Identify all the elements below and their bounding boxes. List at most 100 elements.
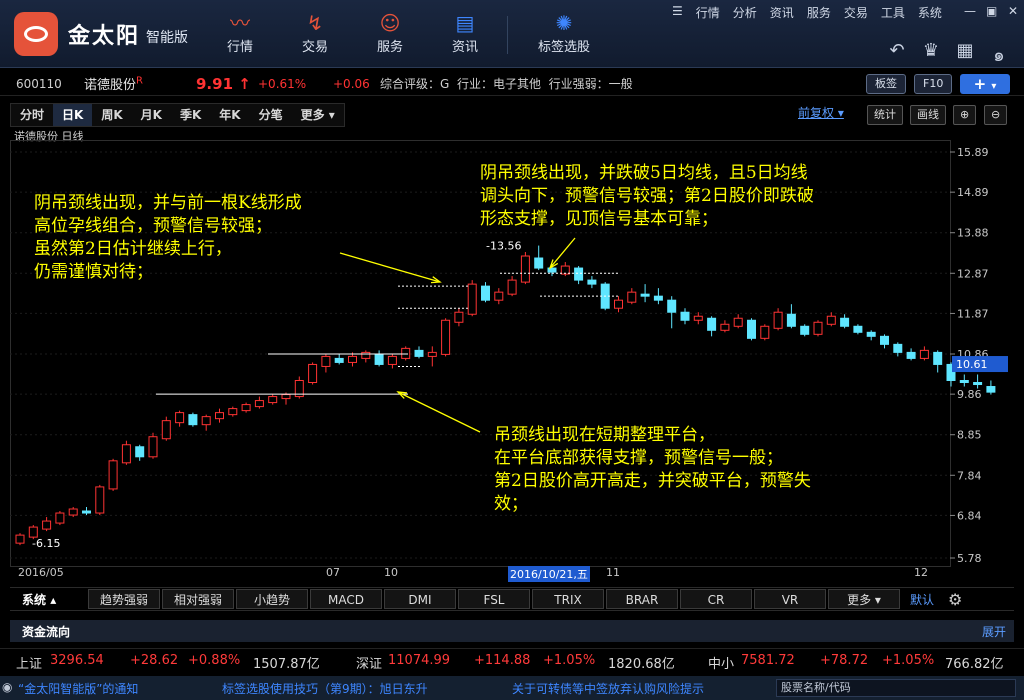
- candle-body: [108, 460, 118, 490]
- logo-text: 金太阳: [68, 24, 141, 49]
- tab-yearly[interactable]: 年K: [210, 104, 249, 126]
- spiral-icon[interactable]: ๑: [982, 40, 1016, 69]
- indicator-tab[interactable]: TRIX: [532, 589, 604, 609]
- y-tick-label: 9.86: [957, 388, 982, 401]
- menu-tools[interactable]: 工具: [881, 4, 905, 21]
- grid-icon[interactable]: ▦: [948, 40, 982, 69]
- back-icon[interactable]: ↶: [880, 40, 914, 69]
- high-label: -13.56: [486, 240, 521, 253]
- candle-body: [720, 323, 730, 331]
- tab-tick[interactable]: 分笔: [250, 104, 292, 126]
- nav-service[interactable]: ☺ 服务: [355, 10, 425, 62]
- system-dropdown[interactable]: 系统 ▴: [10, 591, 88, 608]
- default-button[interactable]: 默认: [910, 591, 934, 608]
- y-tick-label: 12.87: [957, 267, 989, 280]
- nav-tag-stock[interactable]: ✺ 标签选股: [527, 10, 601, 62]
- candle-body: [427, 351, 437, 357]
- notice-link[interactable]: “金太阳智能版”的通知: [18, 680, 138, 697]
- indicator-tab[interactable]: CR: [680, 589, 752, 609]
- stock-pct: +0.61%: [258, 76, 307, 91]
- risk-link[interactable]: 关于可转债等中签放弃认购风险提示: [512, 680, 704, 697]
- f10-button[interactable]: F10: [914, 74, 953, 94]
- index-name: 深证: [356, 657, 383, 672]
- menu-news[interactable]: 资讯: [770, 4, 794, 21]
- candle-body: [348, 355, 357, 363]
- x-tick: 07: [326, 566, 340, 579]
- candle-body: [254, 400, 264, 408]
- stock-search-input[interactable]: 股票名称/代码: [776, 679, 1016, 697]
- candle-body: [374, 353, 384, 365]
- expand-link[interactable]: 展开: [982, 623, 1006, 640]
- candle-body: [15, 534, 25, 544]
- indicator-tab[interactable]: VR: [754, 589, 826, 609]
- candle-body: [693, 315, 703, 321]
- nav-quotes[interactable]: 〰 行情: [205, 10, 275, 62]
- adjust-dropdown[interactable]: 前复权 ▾: [798, 104, 844, 121]
- top-bar: 金太阳 智能版 〰 行情 ↯ 交易 ☺ 服务 ▤ 资讯 ✺ 标签选股 ☰ 行情 …: [0, 0, 1024, 68]
- menu-trade[interactable]: 交易: [844, 4, 868, 21]
- candle-body: [667, 299, 677, 313]
- app-mini-icon: ◉: [2, 680, 13, 694]
- nav-tag-stock-label: 标签选股: [537, 40, 590, 55]
- zoom-out-icon[interactable]: ⊖: [984, 105, 1008, 125]
- indicator-tab[interactable]: DMI: [384, 589, 456, 609]
- candle-body: [893, 343, 903, 353]
- stats-button[interactable]: 统计: [867, 105, 903, 125]
- candle-body: [161, 420, 171, 440]
- plus-icon: +: [973, 75, 987, 93]
- annotation-arrow: [397, 391, 481, 433]
- candle-body: [973, 382, 983, 386]
- candle-body: [228, 408, 238, 416]
- menu-analysis[interactable]: 分析: [733, 4, 757, 21]
- candle-body: [786, 313, 796, 327]
- indicator-tab[interactable]: FSL: [458, 589, 530, 609]
- minimize-icon[interactable]: —: [964, 4, 976, 18]
- industry-text: 行业：电子其他: [456, 77, 541, 91]
- indicator-tab[interactable]: 小趋势: [236, 589, 308, 609]
- menu-quotes[interactable]: 行情: [696, 4, 720, 21]
- stock-name-text: 诺德股份: [84, 78, 137, 93]
- stock-badge: R: [136, 75, 143, 87]
- bulb-icon: ✺: [555, 11, 573, 35]
- maximize-icon[interactable]: ▣: [986, 4, 997, 18]
- tab-weekly[interactable]: 周K: [92, 104, 131, 126]
- candle-body: [680, 311, 690, 321]
- candle-body: [308, 363, 318, 384]
- indicator-more[interactable]: 更多 ▾: [828, 589, 900, 609]
- candle-body: [175, 412, 185, 424]
- trophy-icon[interactable]: ♛: [914, 40, 948, 69]
- candle-body: [454, 311, 464, 323]
- add-watch-button[interactable]: + ▾: [960, 74, 1010, 94]
- dropdown-icon: ▾: [991, 81, 997, 92]
- gear-icon[interactable]: ⚙: [948, 590, 962, 609]
- tab-daily[interactable]: 日K: [53, 104, 93, 126]
- menu-system[interactable]: 系统: [918, 4, 942, 21]
- index-value: 7581.72: [741, 653, 795, 668]
- candle-body: [334, 357, 344, 363]
- menu-list-icon[interactable]: ☰: [672, 4, 683, 21]
- strength-text: 行业强弱：一般: [548, 77, 633, 91]
- indicator-tab[interactable]: 趋势强弱: [88, 589, 160, 609]
- draw-button[interactable]: 画线: [910, 105, 946, 125]
- indicator-tab[interactable]: 相对强弱: [162, 589, 234, 609]
- close-icon[interactable]: ✕: [1008, 4, 1018, 18]
- indicator-tab[interactable]: BRAR: [606, 589, 678, 609]
- annotation-arrow: [549, 237, 576, 269]
- nav-news[interactable]: ▤ 资讯: [430, 10, 500, 62]
- tip-link[interactable]: 标签选股使用技巧（第9期）：旭日东升: [222, 680, 428, 697]
- candle-body: [268, 396, 278, 404]
- zoom-in-icon[interactable]: ⊕: [953, 105, 977, 125]
- tab-intraday[interactable]: 分时: [11, 104, 53, 126]
- board-button[interactable]: 板签: [866, 74, 906, 94]
- index-amount: 1507.87亿: [253, 657, 320, 672]
- user-icon: ☺: [379, 11, 401, 35]
- tab-quarterly[interactable]: 季K: [171, 104, 210, 126]
- nav-trade[interactable]: ↯ 交易: [280, 10, 350, 62]
- indicator-tab[interactable]: MACD: [310, 589, 382, 609]
- tab-more[interactable]: 更多 ▾: [292, 104, 344, 126]
- x-tick: 12: [914, 566, 928, 579]
- annotation-arrow: [339, 252, 441, 283]
- tab-monthly[interactable]: 月K: [132, 104, 171, 126]
- menu-service[interactable]: 服务: [807, 4, 831, 21]
- candle-body: [188, 414, 198, 426]
